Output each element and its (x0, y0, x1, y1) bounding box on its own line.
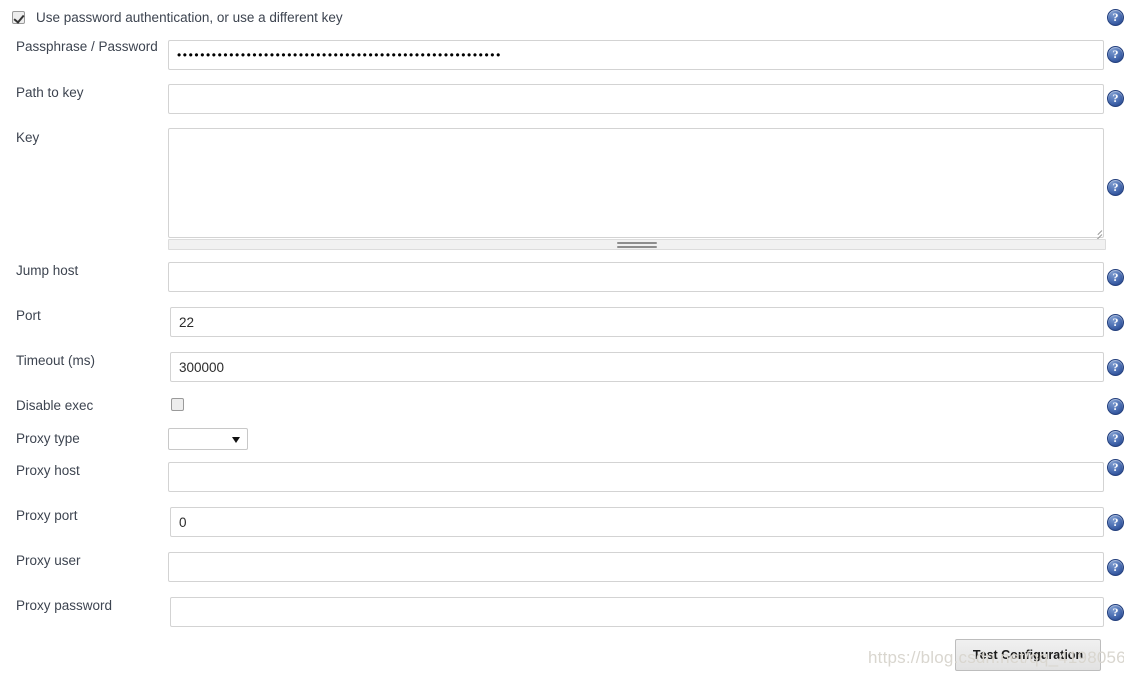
proxy-port-label: Proxy port (16, 508, 78, 523)
use-password-authentication-label: Use password authentication, or use a di… (36, 10, 343, 25)
proxy-type-label: Proxy type (16, 431, 80, 446)
help-icon-jump-host[interactable]: ? (1107, 269, 1124, 286)
test-configuration-button[interactable]: Test Configuration (955, 639, 1101, 671)
key-textarea[interactable] (168, 128, 1104, 238)
help-icon-proxy-password[interactable]: ? (1107, 604, 1124, 621)
help-icon-proxy-type[interactable]: ? (1107, 430, 1124, 447)
proxy-password-input[interactable] (170, 597, 1104, 627)
timeout-label: Timeout (ms) (16, 353, 96, 368)
horizontal-splitter[interactable] (168, 239, 1106, 250)
proxy-port-input[interactable] (170, 507, 1104, 537)
jump-host-label: Jump host (16, 263, 79, 278)
port-input[interactable] (170, 307, 1104, 337)
disable-exec-checkbox[interactable] (171, 398, 184, 411)
splitter-grip-icon (617, 241, 657, 248)
help-icon-proxy-port[interactable]: ? (1107, 514, 1124, 531)
proxy-host-input[interactable] (168, 462, 1104, 492)
key-label: Key (16, 130, 40, 145)
disable-exec-label: Disable exec (16, 398, 94, 413)
ssh-connection-settings-form: Use password authentication, or use a di… (0, 0, 1124, 681)
help-icon-password-auth[interactable]: ? (1107, 9, 1124, 26)
chevron-down-icon (232, 437, 240, 443)
jump-host-input[interactable] (168, 262, 1104, 292)
help-icon-passphrase[interactable]: ? (1107, 46, 1124, 63)
passphrase-label: Passphrase / Password (16, 39, 158, 54)
path-to-key-input[interactable] (168, 84, 1104, 114)
help-icon-path-to-key[interactable]: ? (1107, 90, 1124, 107)
proxy-host-label: Proxy host (16, 463, 80, 478)
help-icon-proxy-user[interactable]: ? (1107, 559, 1124, 576)
proxy-password-label: Proxy password (16, 598, 113, 613)
help-icon-port[interactable]: ? (1107, 314, 1124, 331)
path-to-key-label: Path to key (16, 85, 84, 100)
port-label: Port (16, 308, 41, 323)
help-icon-proxy-host[interactable]: ? (1107, 459, 1124, 476)
use-password-authentication-checkbox[interactable] (12, 11, 25, 24)
help-icon-disable-exec[interactable]: ? (1107, 398, 1124, 415)
proxy-user-input[interactable] (168, 552, 1104, 582)
proxy-type-select[interactable] (168, 428, 248, 450)
help-icon-key[interactable]: ? (1107, 179, 1124, 196)
timeout-input[interactable] (170, 352, 1104, 382)
proxy-user-label: Proxy user (16, 553, 81, 568)
passphrase-input[interactable] (168, 40, 1104, 70)
help-icon-timeout[interactable]: ? (1107, 359, 1124, 376)
